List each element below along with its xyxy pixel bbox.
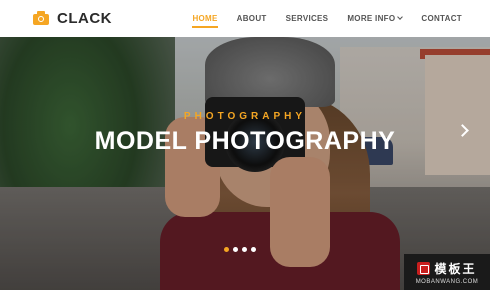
- hero-overlay: [0, 37, 490, 290]
- main-nav: HOME ABOUT SERVICES MORE INFO CONTACT: [173, 0, 462, 37]
- site-logo[interactable]: CLACK: [33, 9, 112, 27]
- chevron-down-icon: [397, 14, 404, 20]
- hero-subtitle: PHOTOGRAPHY: [183, 111, 307, 122]
- watermark-cn-text: 模板王: [434, 261, 477, 276]
- slider-dot[interactable]: [251, 247, 256, 252]
- nav-item-services[interactable]: SERVICES: [286, 0, 329, 37]
- watermark: 模板王 MOBANWANG.COM: [404, 254, 490, 290]
- camera-icon: [33, 11, 49, 25]
- nav-item-more-info[interactable]: MORE INFO: [347, 0, 404, 37]
- hero-slider: [0, 37, 490, 290]
- nav-item-home[interactable]: HOME: [192, 0, 218, 37]
- watermark-en-text: MOBANWANG.COM: [415, 278, 479, 285]
- slider-dot[interactable]: [224, 247, 229, 252]
- slider-dot[interactable]: [242, 247, 247, 252]
- logo-text: CLACK: [57, 9, 112, 27]
- hero-title: MODEL PHOTOGRAPHY: [94, 127, 396, 155]
- watermark-logo-icon: [417, 261, 431, 275]
- slider-pagination: [224, 247, 260, 252]
- slider-dot[interactable]: [233, 247, 238, 252]
- site-header: CLACK HOME ABOUT SERVICES MORE INFO CONT…: [0, 0, 490, 37]
- nav-item-contact[interactable]: CONTACT: [421, 0, 462, 37]
- nav-item-about[interactable]: ABOUT: [237, 0, 267, 37]
